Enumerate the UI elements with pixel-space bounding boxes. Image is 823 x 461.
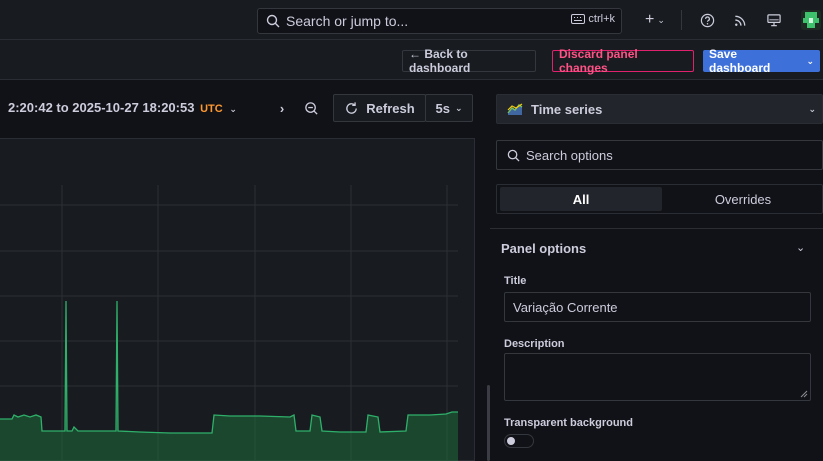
visualization-name: Time series [531,101,603,117]
rss-icon [734,15,745,26]
kiosk-button[interactable] [763,9,785,31]
profile-button[interactable] [800,9,822,31]
chevron-down-icon: ⌄ [657,14,665,25]
transparent-background-toggle[interactable] [504,434,534,448]
chevron-down-icon: ⌄ [454,102,463,113]
avatar [801,10,821,30]
search-icon [266,14,280,28]
keyboard-icon [571,14,586,24]
refresh-button[interactable]: Refresh [333,94,426,122]
chevron-right-icon: › [279,100,285,116]
keyboard-shortcut: ctrl+k [571,13,615,25]
chevron-down-icon: ⌄ [229,104,237,114]
tab-overrides[interactable]: Overrides [667,187,819,211]
add-new-button[interactable]: + ⌄ [640,9,670,31]
title-input[interactable]: Variação Corrente [504,292,811,322]
divider [681,10,682,30]
time-series-icon [507,103,523,115]
divider [490,228,823,229]
global-search[interactable]: Search or jump to... ctrl+k [257,8,622,34]
series-line [0,300,458,434]
time-range-text: 2:20:42 to 2025-10-27 18:20:53 [8,100,195,115]
help-button[interactable] [696,9,718,31]
panel-preview[interactable] [0,138,475,461]
resize-grip-icon [800,390,808,398]
panel-edit-toolbar: ← Back to dashboard Discard panel change… [0,40,823,80]
title-label: Title [504,275,527,287]
chevron-down-icon[interactable]: ⌄ [796,241,805,254]
description-textarea[interactable] [504,353,811,401]
options-search-placeholder: Search options [526,147,613,163]
chevron-down-icon: ⌄ [808,103,816,114]
pane-resize-handle[interactable] [487,385,490,461]
zoom-out-button[interactable] [298,94,324,122]
help-icon [700,13,714,27]
plus-icon: + [645,11,655,28]
toggle-knob [507,437,515,445]
save-dashboard-label: Save dashboard [709,47,771,75]
top-nav-bar: Search or jump to... ctrl+k + ⌄ [0,0,823,40]
monitor-icon [767,13,781,26]
tab-all[interactable]: All [500,187,662,211]
search-icon [507,149,520,162]
refresh-label: Refresh [366,100,415,116]
refresh-interval-value: 5s [435,100,450,116]
refresh-icon [346,101,358,114]
refresh-interval-picker[interactable]: 5s ⌄ [425,94,473,122]
back-to-dashboard-button[interactable]: ← Back to dashboard [402,47,536,75]
options-tabs: All Overrides [496,184,823,214]
options-search-input[interactable]: Search options [496,140,823,170]
shortcut-text: ctrl+k [588,13,615,25]
time-series-graph [0,185,458,461]
discard-changes-button[interactable]: Discard panel changes [552,47,694,75]
shift-time-forward-button[interactable]: › [271,94,293,122]
series-area [0,301,458,461]
save-dashboard-button[interactable]: Save dashboard ⌄ [703,47,820,75]
news-button[interactable] [729,9,751,31]
visualization-picker[interactable]: Time series ⌄ [496,94,823,124]
panel-options-section-header[interactable]: Panel options [501,241,586,256]
transparent-background-label: Transparent background [504,417,633,429]
time-range-picker[interactable]: 2:20:42 to 2025-10-27 18:20:53 UTC ⌄ [8,100,237,115]
timezone-badge: UTC [200,103,223,115]
title-input-value: Variação Corrente [513,299,618,315]
search-placeholder: Search or jump to... [286,13,409,29]
description-label: Description [504,338,565,350]
zoom-out-icon [304,101,318,115]
chevron-down-icon: ⌄ [806,55,814,66]
